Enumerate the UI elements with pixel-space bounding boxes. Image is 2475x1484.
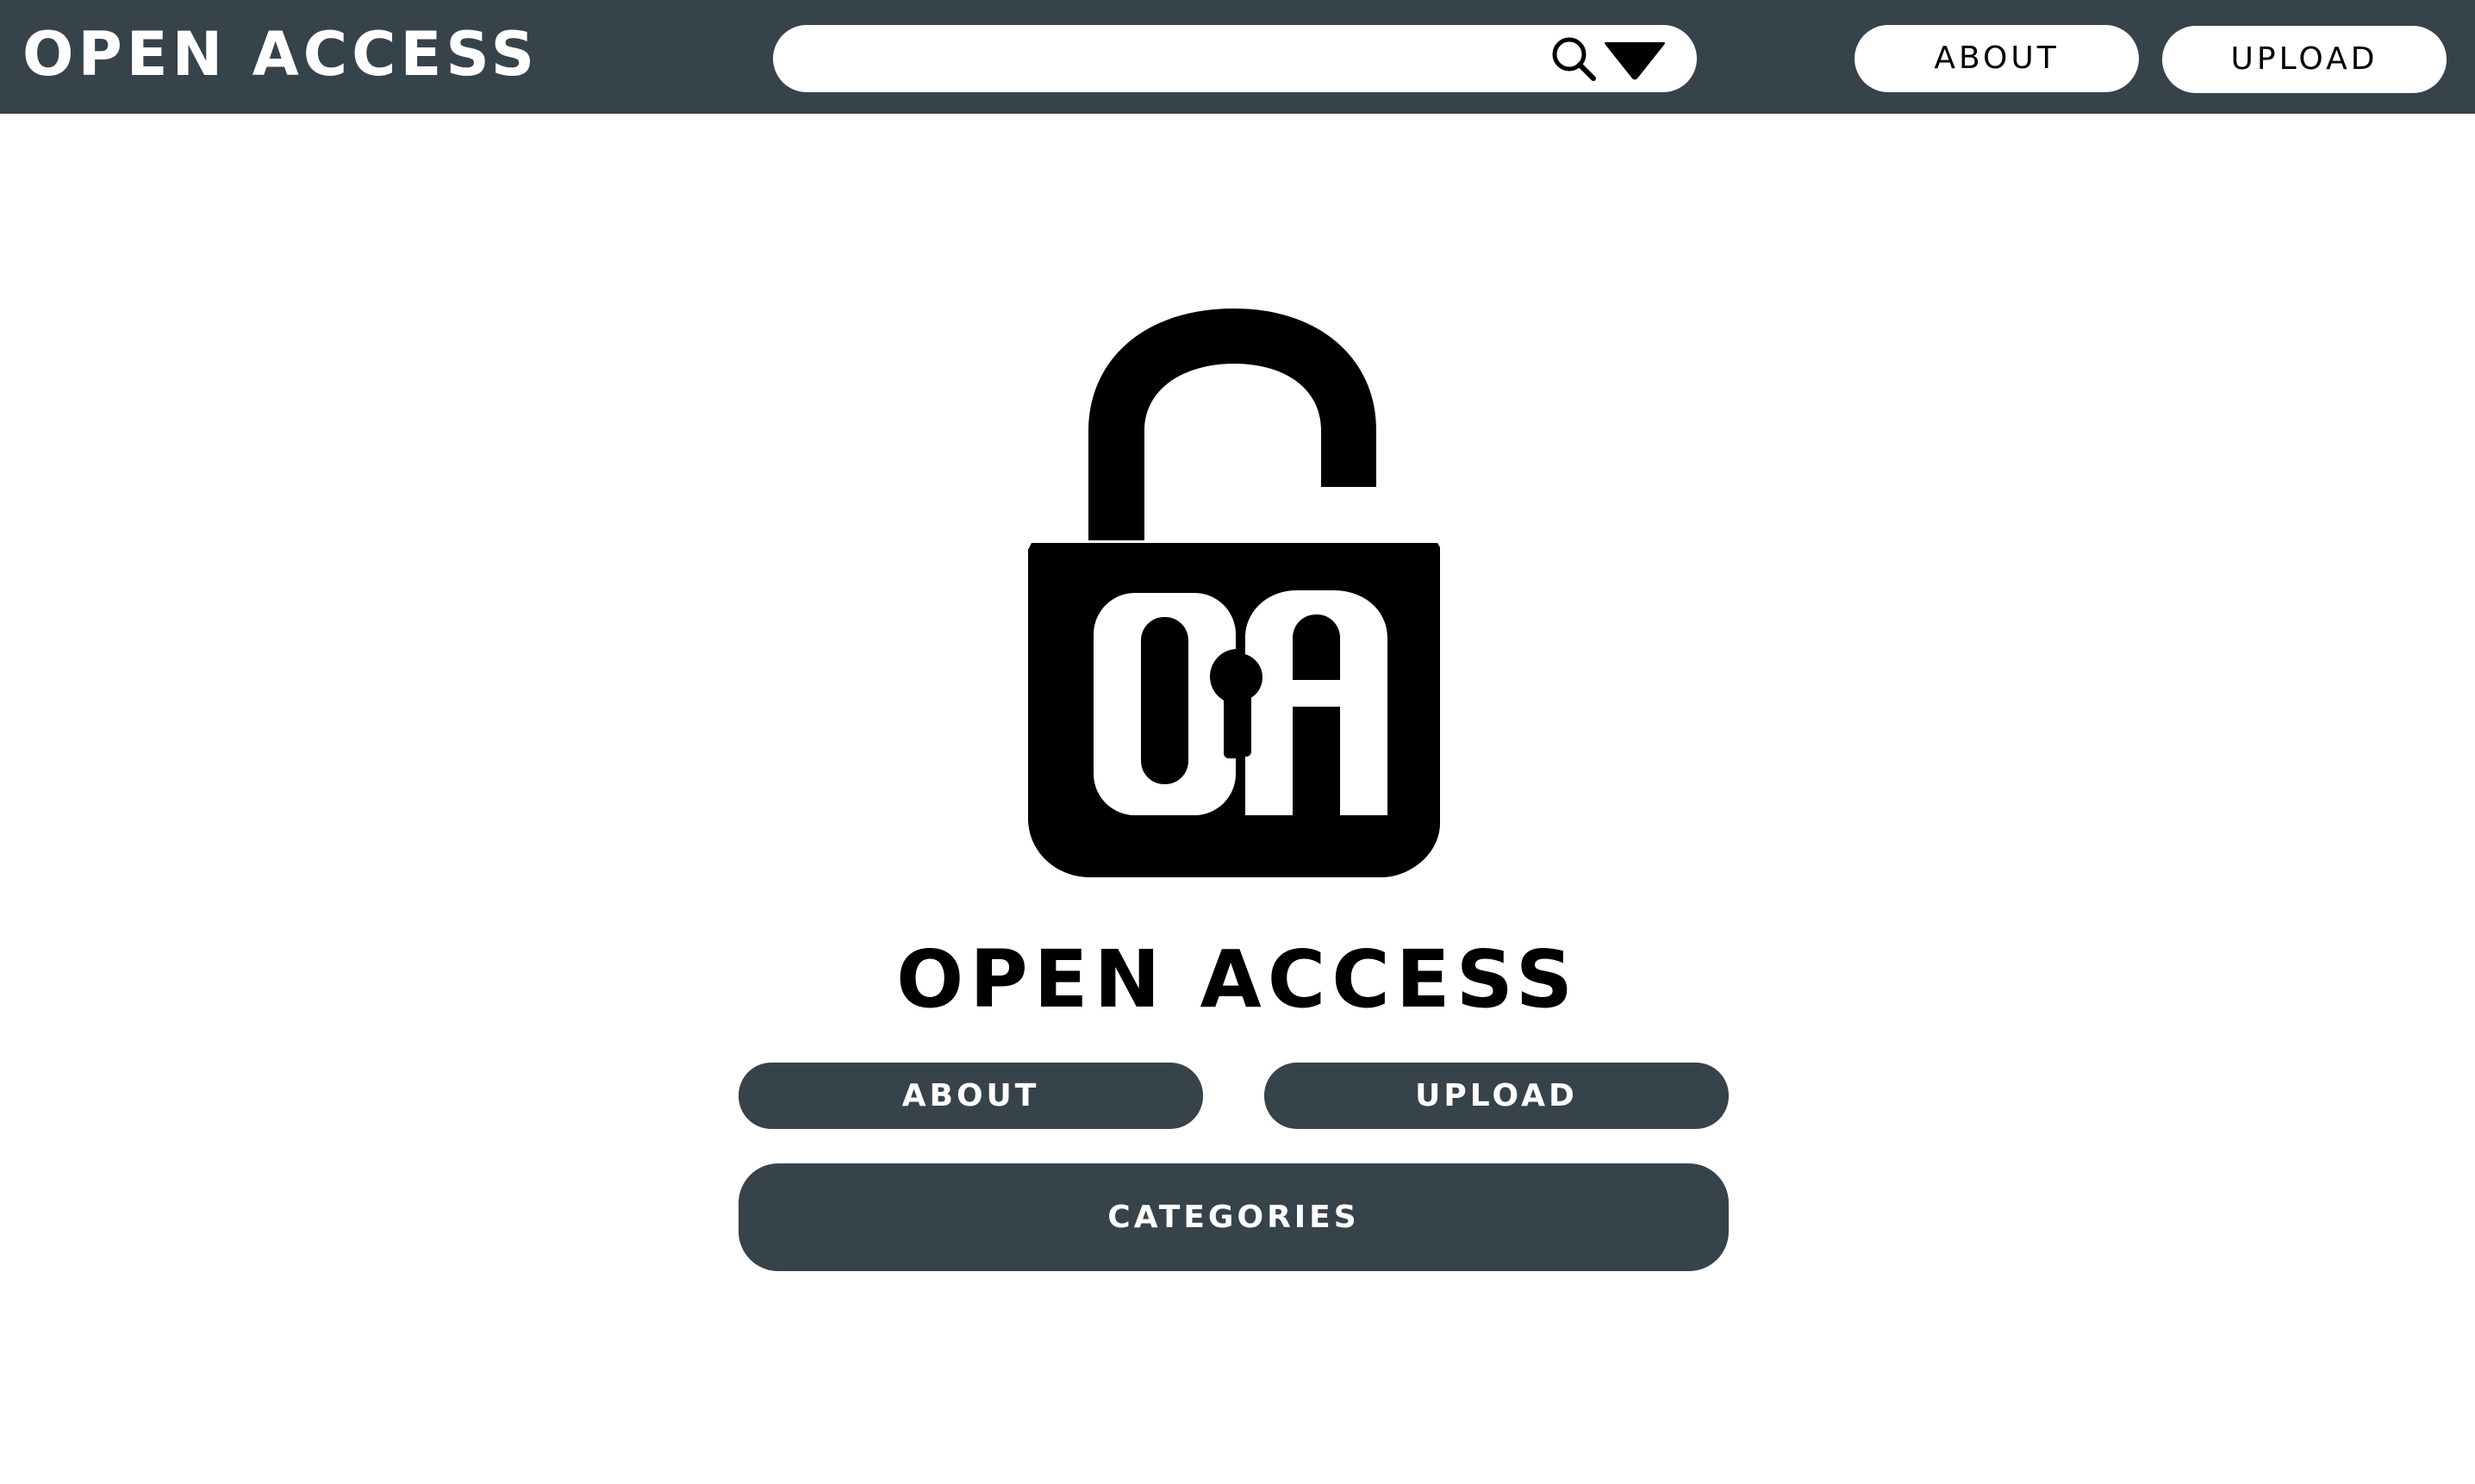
- top-navigation-bar: OPEN ACCESS ABOUT UPLOAD: [0, 0, 2475, 114]
- page: OPEN ACCESS ABOUT UPLOAD OPEN ACCESS ABO…: [0, 0, 2475, 1484]
- hero-title: OPEN ACCESS: [896, 933, 1579, 1026]
- upload-button[interactable]: UPLOAD: [1264, 1063, 1729, 1129]
- header-upload-button[interactable]: UPLOAD: [2162, 26, 2447, 93]
- open-padlock-logo-icon: [1028, 309, 1440, 877]
- dropdown-triangle-icon[interactable]: [1602, 37, 1668, 84]
- categories-button[interactable]: CATEGORIES: [739, 1163, 1729, 1271]
- search-icon[interactable]: [1548, 34, 1601, 87]
- search-input[interactable]: [804, 37, 1523, 82]
- brand-title[interactable]: OPEN ACCESS: [22, 19, 539, 90]
- search-bar[interactable]: [773, 25, 1697, 92]
- header-about-button[interactable]: ABOUT: [1855, 25, 2139, 92]
- about-button[interactable]: ABOUT: [739, 1063, 1203, 1129]
